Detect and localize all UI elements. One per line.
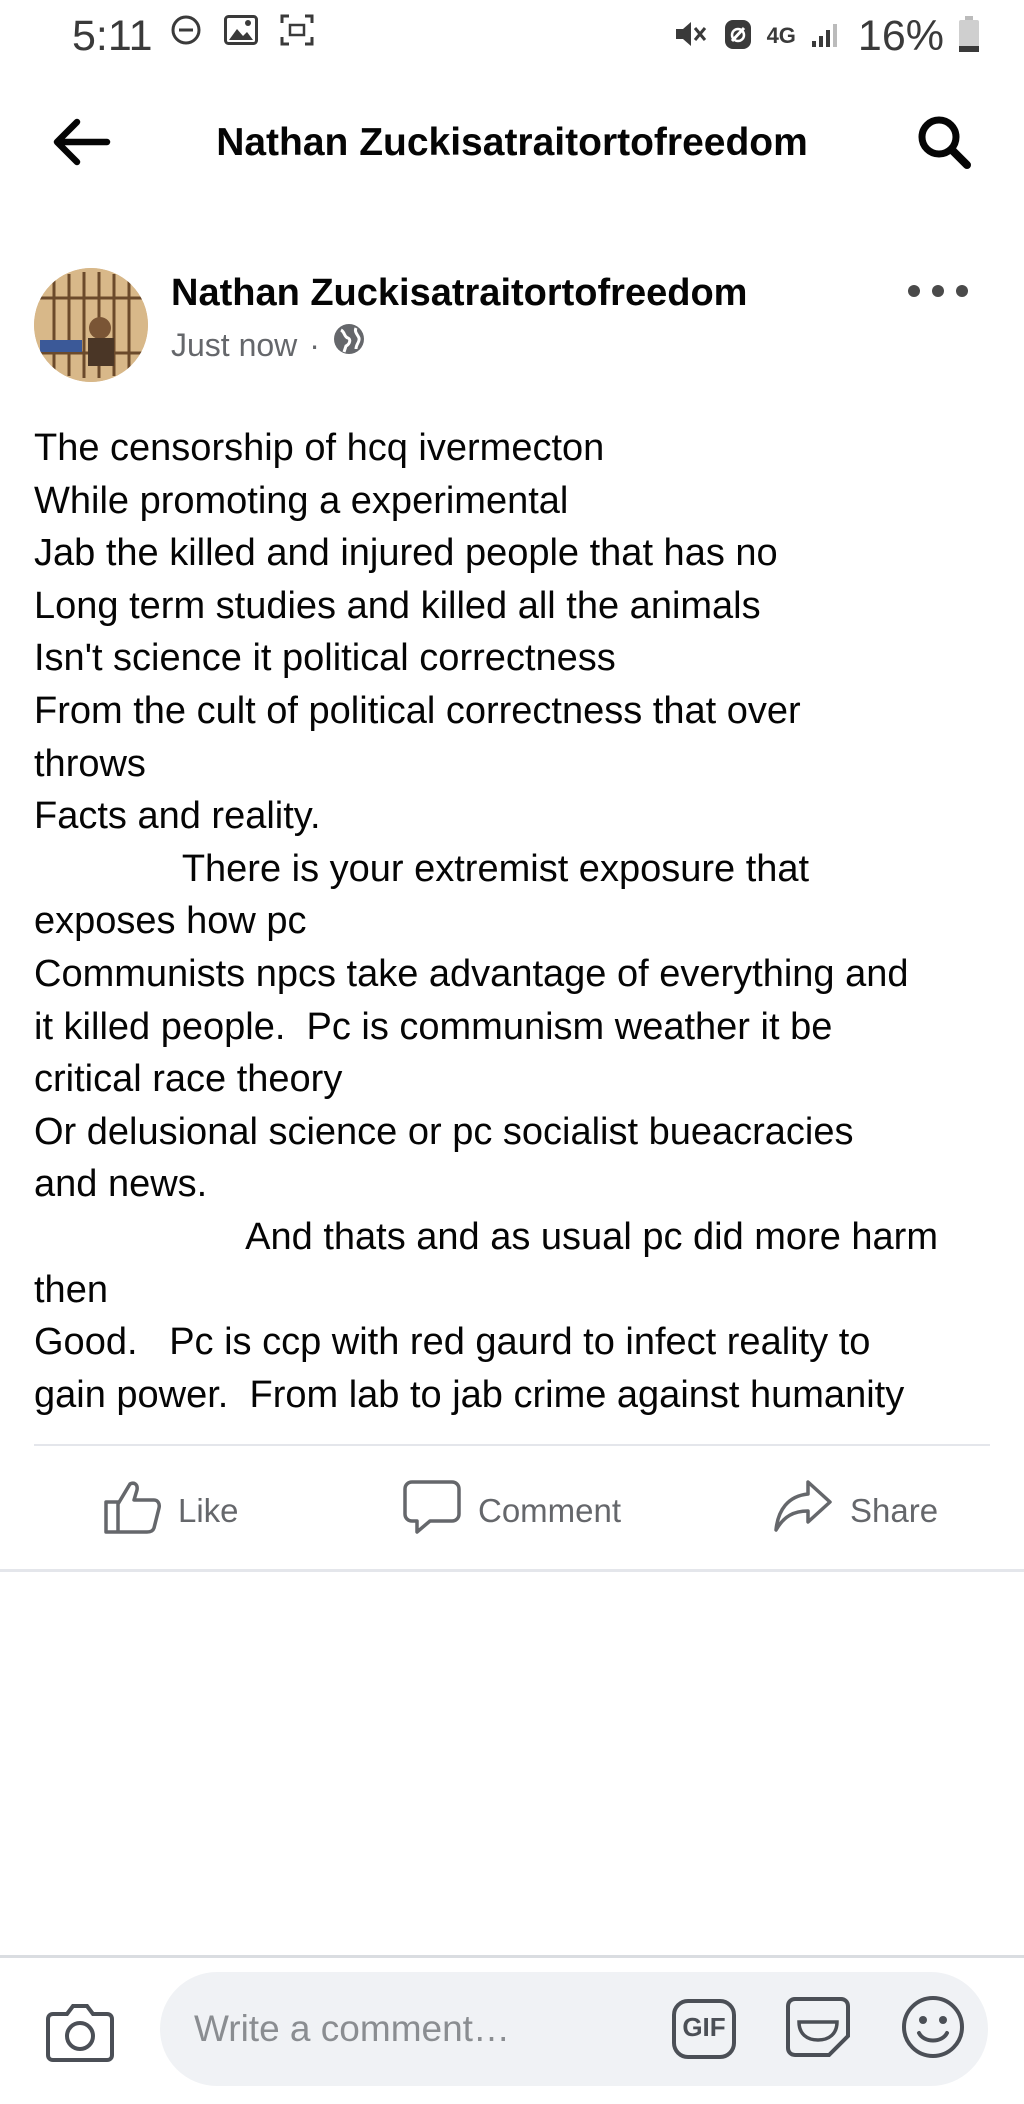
status-right-icons: 4G 16% (673, 10, 980, 62)
camera-icon (45, 2000, 115, 2067)
comment-placeholder: Write a comment… (194, 2008, 510, 2049)
more-horizontal-icon (908, 285, 920, 297)
status-time: 5:11 (72, 12, 153, 60)
camera-button[interactable] (42, 2000, 118, 2066)
screenshot-icon (280, 14, 314, 51)
more-dot (932, 285, 944, 297)
battery-icon (958, 15, 980, 58)
thumbs-up-icon (102, 1478, 162, 1544)
search-icon (915, 113, 973, 176)
globe-icon[interactable] (332, 322, 366, 367)
like-label: Like (178, 1492, 239, 1529)
more-dot (956, 285, 968, 297)
avatar[interactable] (34, 268, 148, 382)
search-button[interactable] (908, 108, 980, 180)
gif-label: GIF (682, 2012, 726, 2042)
sticker-icon (785, 1996, 851, 2063)
post-timestamp[interactable]: Just now (171, 323, 297, 367)
comment-bubble-icon (402, 1478, 462, 1544)
composer-divider (0, 1955, 1024, 1958)
gallery-icon (224, 15, 258, 50)
comment-button[interactable]: Comment (402, 1476, 621, 1546)
post-text: The censorship of hcq ivermecton While p… (34, 427, 938, 1416)
signal-icon (810, 19, 844, 54)
gif-button[interactable]: GIF (670, 1996, 738, 2062)
emoji-button[interactable] (898, 1994, 968, 2064)
do-not-disturb-icon (170, 14, 202, 51)
network-type-label: 4G (766, 23, 796, 48)
data-saver-icon (723, 17, 753, 56)
mute-icon (673, 18, 709, 55)
post-author[interactable]: Nathan Zuckisatraitortofreedom (171, 268, 747, 318)
divider (0, 1569, 1024, 1572)
page-title: Nathan Zuckisatraitortofreedom (216, 121, 808, 164)
comment-label: Comment (478, 1492, 622, 1529)
more-options-button[interactable] (908, 276, 968, 306)
post-meta: Just now · (171, 322, 366, 367)
share-button[interactable]: Share (772, 1476, 938, 1546)
emoji-icon (900, 1994, 966, 2065)
like-button[interactable]: Like (102, 1476, 239, 1546)
share-arrow-icon (772, 1478, 834, 1544)
battery-percent: 16% (857, 12, 944, 60)
sticker-button[interactable] (784, 1996, 852, 2062)
divider (34, 1444, 990, 1446)
meta-separator: · (309, 326, 320, 363)
status-left-icons (170, 14, 314, 51)
share-label: Share (850, 1492, 939, 1529)
